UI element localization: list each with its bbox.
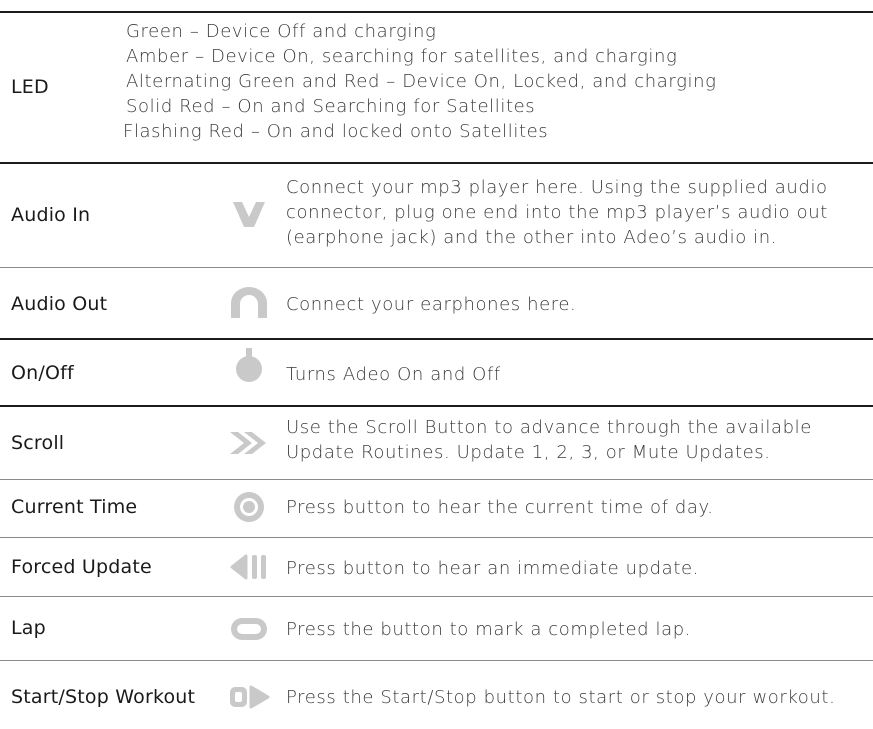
row-divider (0, 596, 873, 597)
power-icon (226, 348, 272, 382)
led-line: Alternating Green and Red – Device On, L… (126, 71, 717, 92)
row-label: Scroll (11, 432, 65, 454)
row-divider (0, 537, 873, 538)
led-line: Green – Device Off and charging (126, 21, 437, 42)
row-description: Use the Scroll Button to advance through… (286, 415, 812, 465)
row-description: Press the Start/Stop button to start or … (286, 685, 835, 710)
row-description: Press the button to mark a completed lap… (286, 617, 691, 642)
row-label: Forced Update (11, 556, 152, 578)
row-label: Lap (11, 617, 46, 639)
target-circle-icon (226, 490, 272, 524)
row-label: Audio Out (11, 293, 108, 315)
v-shape-icon (226, 197, 272, 231)
double-chevron-right-icon (226, 426, 272, 460)
row-divider (0, 405, 873, 407)
description-line: Press the Start/Stop button to start or … (286, 687, 836, 708)
description-line: Turns Adeo On and Off (286, 364, 501, 385)
description-line: Connect your earphones here. (286, 294, 577, 315)
arch-icon (226, 286, 272, 320)
row-description: Turns Adeo On and Off (286, 362, 501, 387)
row-description: Connect your earphones here. (286, 292, 576, 317)
row-divider (0, 267, 873, 268)
description-line: Update Routines. Update 1, 2, 3, or Mute… (286, 442, 771, 463)
row-description: Press button to hear an immediate update… (286, 556, 699, 581)
row-label: On/Off (11, 362, 74, 384)
led-line: Solid Red – On and Searching for Satelli… (126, 96, 536, 117)
row-label: Start/Stop Workout (11, 686, 196, 708)
row-label: Audio In (11, 204, 91, 226)
description-line: (earphone jack) and the other into Adeo’… (286, 227, 778, 248)
row-divider (0, 479, 873, 480)
row-divider (0, 338, 873, 340)
row-label: Current Time (11, 496, 138, 518)
description-line: Press button to hear the current time of… (286, 497, 714, 518)
description-line: Press button to hear an immediate update… (286, 558, 699, 579)
led-line: Amber – Device On, searching for satelli… (126, 46, 678, 67)
back-pause-icon (226, 550, 272, 584)
rounded-rectangle-icon (226, 612, 272, 646)
top-rule (0, 11, 873, 13)
row-description: Press button to hear the current time of… (286, 495, 714, 520)
description-line: Connect your mp3 player here. Using the … (286, 177, 828, 198)
led-line: Flashing Red – On and locked onto Satell… (123, 121, 549, 142)
row-description: Connect your mp3 player here. Using the … (286, 175, 828, 250)
row-divider (0, 660, 873, 661)
led-description: Green – Device Off and charging Amber – … (0, 19, 716, 144)
description-line: connector, plug one end into the mp3 pla… (286, 202, 828, 223)
row-divider (0, 162, 873, 164)
stop-play-icon (226, 680, 272, 714)
description-line: Press the button to mark a completed lap… (286, 619, 692, 640)
description-line: Use the Scroll Button to advance through… (286, 417, 812, 438)
